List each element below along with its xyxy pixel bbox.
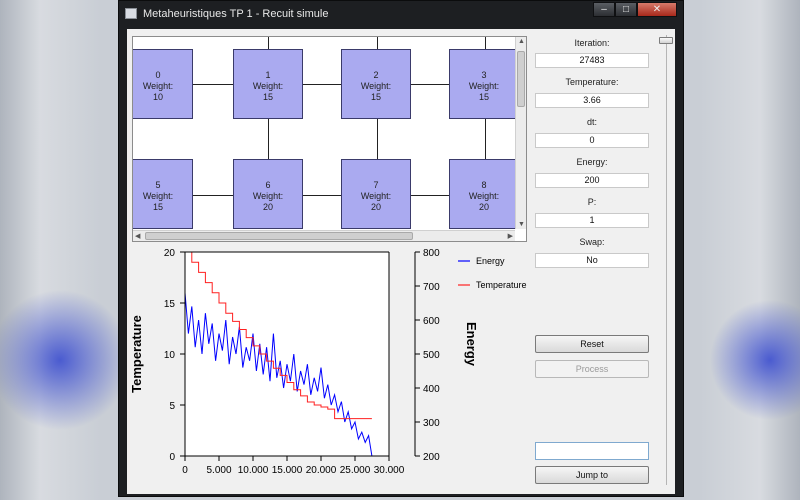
node-id: 8 [481,180,487,190]
jump-to-input[interactable] [535,442,649,460]
p-label: P: [587,197,597,207]
x-tick-label: 30.000 [374,465,405,476]
node-id: 6 [265,180,271,190]
graph-node[interactable]: 6 Weight: 20 [233,159,303,229]
node-weight: 15 [152,202,163,212]
scroll-right-icon[interactable]: ▶ [508,232,513,240]
reset-button[interactable]: Reset [535,335,649,353]
scroll-up-icon[interactable]: ▲ [518,38,525,45]
node-id: 5 [155,180,161,190]
temperature-label: Temperature: [565,77,619,87]
dt-field: 0 [535,133,649,148]
left-y-tick-label: 15 [164,299,176,310]
graph-view[interactable]: 0 Weight: 10 1 Weight: 15 2 Weight: 15 3… [132,36,527,242]
window-controls: – □ ✕ [593,2,677,17]
app-window: Metaheuristiques TP 1 - Recuit simule – … [118,0,684,497]
scroll-left-icon[interactable]: ◀ [135,232,140,240]
left-y-tick-label: 0 [169,452,175,463]
left-y-tick-label: 5 [169,401,175,412]
right-y-tick-label: 300 [423,418,440,429]
graph-node[interactable]: 3 Weight: 15 [449,49,519,119]
maximize-button[interactable]: □ [615,2,637,17]
node-weight-label: Weight: [468,81,500,91]
x-tick-label: 25.000 [340,465,371,476]
node-id: 2 [373,70,379,80]
dt-label: dt: [586,117,597,127]
jump-to-button[interactable]: Jump to [535,466,649,484]
node-weight: 15 [370,92,381,102]
right-y-tick-label: 700 [423,282,440,293]
process-button[interactable]: Process [535,360,649,378]
left-y-tick-label: 10 [164,350,176,361]
node-weight-label: Weight: [468,191,500,201]
node-weight: 20 [370,202,381,212]
energy-field: 200 [535,173,649,188]
iteration-label: Iteration: [574,38,610,48]
node-weight-label: Weight: [252,191,284,201]
node-weight-label: Weight: [360,191,392,201]
energy-label: Energy: [576,157,608,167]
title-bar[interactable]: Metaheuristiques TP 1 - Recuit simule – … [119,1,683,27]
graph-node[interactable]: 2 Weight: 15 [341,49,411,119]
node-id: 3 [481,70,487,80]
right-y-tick-label: 800 [423,248,440,259]
graph-node[interactable]: 7 Weight: 20 [341,159,411,229]
legend-label: Temperature [476,280,527,290]
right-y-tick-label: 400 [423,384,440,395]
node-weight: 20 [478,202,489,212]
swap-field: No [535,253,649,268]
node-weight: 20 [262,202,273,212]
x-tick-label: 0 [182,465,188,476]
node-weight: 15 [478,92,489,102]
vertical-scrollbar[interactable]: ▲ ▼ [515,37,526,229]
right-y-tick-label: 600 [423,316,440,327]
node-weight: 15 [262,92,273,102]
graph-node[interactable]: 5 Weight: 15 [133,159,193,229]
vertical-scroll-thumb[interactable] [517,51,525,107]
x-tick-label: 15.000 [272,465,303,476]
node-weight-label: Weight: [252,81,284,91]
temperature-field: 3.66 [535,93,649,108]
minimize-icon: – [601,4,607,15]
right-y-tick-label: 500 [423,350,440,361]
energy-temperature-chart: 0 5.000 10.000 15.000 20.000 25.000 30.000 0 5 10… [129,248,527,476]
node-weight-label: Weight: [142,191,174,201]
x-tick-label: 10.000 [238,465,269,476]
window-title: Metaheuristiques TP 1 - Recuit simule [143,8,329,20]
node-weight-label: Weight: [142,81,174,91]
client-area: 0 Weight: 10 1 Weight: 15 2 Weight: 15 3… [127,29,675,494]
left-axis-title: Temperature [129,315,144,393]
plot-area [185,252,389,456]
right-y-tick-label: 200 [423,452,440,463]
minimize-button[interactable]: – [593,2,615,17]
scroll-down-icon[interactable]: ▼ [518,221,525,228]
speed-slider-track[interactable] [666,35,667,485]
node-id: 0 [155,70,161,80]
speed-slider-handle[interactable] [659,37,673,44]
x-tick-label: 20.000 [306,465,337,476]
node-weight: 10 [152,92,163,102]
maximize-icon: □ [622,4,630,15]
x-tick-label: 5.000 [206,465,231,476]
left-y-tick-label: 20 [164,248,176,259]
right-axis-title: Energy [464,322,479,367]
p-field: 1 [535,213,649,228]
graph-node[interactable]: 0 Weight: 10 [133,49,193,119]
node-weight-label: Weight: [360,81,392,91]
iteration-field: 27483 [535,53,649,68]
close-icon: ✕ [652,4,662,15]
legend-label: Energy [476,256,505,266]
horizontal-scroll-thumb[interactable] [145,232,413,240]
graph-node[interactable]: 8 Weight: 20 [449,159,519,229]
close-button[interactable]: ✕ [637,2,677,17]
graph-node[interactable]: 1 Weight: 15 [233,49,303,119]
app-icon [125,8,137,19]
node-id: 1 [265,70,271,80]
node-id: 7 [373,180,379,190]
horizontal-scrollbar[interactable]: ◀ ▶ [133,230,515,241]
swap-label: Swap: [579,237,605,247]
